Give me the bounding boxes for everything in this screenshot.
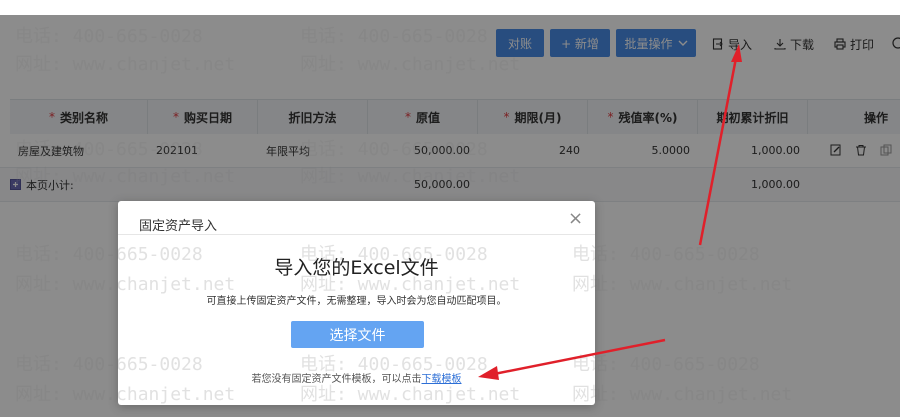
dialog-title: 固定资产导入 (139, 219, 218, 234)
dialog-description: 可直接上传固定资产文件，无需整理，导入时会为您自动匹配项目。 (206, 296, 507, 307)
dialog-heading: 导入您的Excel文件 (274, 257, 439, 279)
download-template-link[interactable]: 下载模板 (422, 374, 462, 385)
template-hint-text: 若您没有固定资产文件模板，可以点击 (251, 374, 422, 385)
close-icon[interactable]: × (568, 208, 583, 229)
template-hint: 若您没有固定资产文件模板，可以点击下载模板 (118, 370, 595, 385)
dialog-divider (118, 234, 595, 235)
top-strip (0, 0, 900, 15)
fixed-asset-import-dialog: 固定资产导入 × 导入您的Excel文件 可直接上传固定资产文件，无需整理，导入… (118, 201, 595, 405)
select-file-button[interactable]: 选择文件 (291, 321, 424, 348)
